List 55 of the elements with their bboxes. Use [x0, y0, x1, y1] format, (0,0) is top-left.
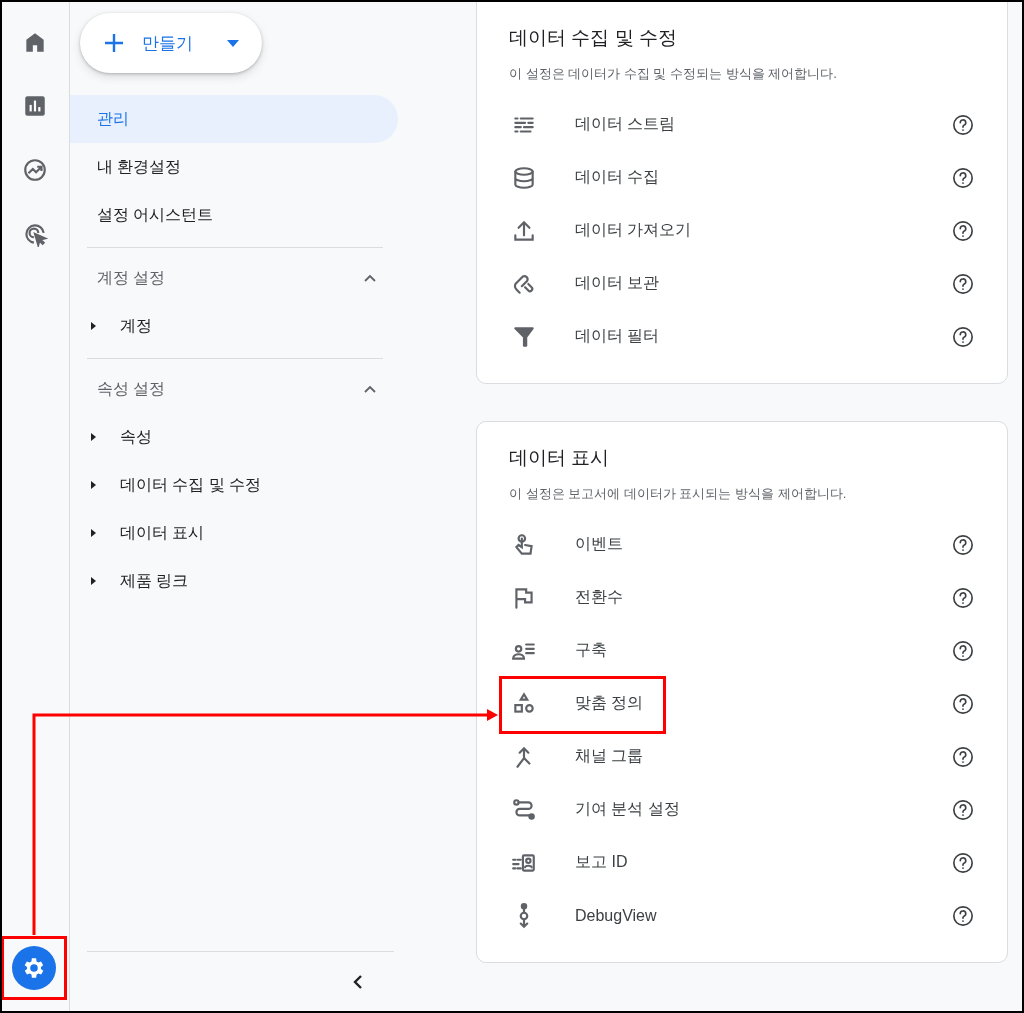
chevron-icon — [363, 384, 377, 394]
settings-link[interactable]: 구축 — [575, 640, 607, 661]
help-icon[interactable] — [952, 166, 974, 189]
help-icon[interactable] — [952, 904, 974, 927]
card-description: 이 설정은 데이터가 수집 및 수정되는 방식을 제어합니다. — [509, 65, 838, 83]
settings-link[interactable]: 채널 그룹 — [575, 746, 644, 767]
nav-item[interactable]: 내 환경설정 — [70, 143, 370, 191]
expand-triangle-icon — [89, 480, 97, 490]
settings-link[interactable]: 전환수 — [575, 587, 623, 608]
card-description: 이 설정은 보고서에 데이터가 표시되는 방식을 제어합니다. — [509, 485, 848, 503]
nav-tree-item[interactable]: 계정 — [87, 302, 383, 350]
section-header[interactable]: 계정 설정 — [87, 254, 383, 302]
help-icon[interactable] — [952, 219, 974, 242]
expand-triangle-icon — [89, 576, 97, 586]
nav-tree-item[interactable]: 데이터 표시 — [87, 509, 383, 557]
chevron-left-icon — [352, 972, 364, 991]
chevron-icon — [363, 273, 377, 283]
expand-triangle-icon — [89, 321, 97, 331]
help-icon[interactable] — [952, 272, 974, 295]
route-icon — [511, 796, 537, 823]
help-icon[interactable] — [952, 639, 974, 662]
help-icon[interactable] — [952, 113, 974, 136]
card-title: 데이터 수집 및 수정 — [509, 26, 678, 50]
settings-link[interactable]: 데이터 스트림 — [575, 114, 676, 135]
settings-link[interactable]: 데이터 보관 — [575, 273, 660, 294]
settings-link[interactable]: 맞춤 정의 — [575, 693, 644, 714]
settings-link[interactable]: 보고 ID — [575, 852, 628, 873]
settings-link[interactable]: DebugView — [575, 906, 657, 925]
card-title: 데이터 표시 — [509, 446, 611, 470]
help-icon[interactable] — [952, 798, 974, 821]
nav-tree-item[interactable]: 데이터 수집 및 수정 — [87, 461, 383, 509]
nav-tree-item[interactable]: 속성 — [87, 413, 383, 461]
plus-icon — [102, 31, 126, 55]
settings-link[interactable]: 기여 분석 설정 — [575, 799, 680, 820]
create-button[interactable]: 만들기 — [80, 13, 262, 73]
help-icon[interactable] — [952, 692, 974, 715]
help-icon[interactable] — [952, 745, 974, 768]
admin-settings-button[interactable] — [12, 946, 56, 990]
nav-tree-item[interactable]: 제품 링크 — [87, 557, 383, 605]
trend-circle-icon — [21, 157, 48, 183]
help-icon[interactable] — [952, 586, 974, 609]
settings-link[interactable]: 데이터 가져오기 — [575, 220, 692, 241]
dropdown-caret-icon — [226, 38, 240, 48]
settings-link[interactable]: 이벤트 — [575, 534, 623, 555]
expand-triangle-icon — [89, 432, 97, 442]
settings-link[interactable]: 데이터 필터 — [575, 326, 660, 347]
help-icon[interactable] — [952, 851, 974, 874]
expand-triangle-icon — [89, 528, 97, 538]
nav-item[interactable]: 설정 어시스턴트 — [70, 191, 370, 239]
help-icon[interactable] — [952, 325, 974, 348]
help-icon[interactable] — [952, 533, 974, 556]
database-icon — [511, 164, 537, 191]
settings-link[interactable]: 데이터 수집 — [575, 167, 660, 188]
nav-item[interactable]: 관리 — [70, 95, 398, 143]
section-header[interactable]: 속성 설정 — [87, 365, 383, 413]
